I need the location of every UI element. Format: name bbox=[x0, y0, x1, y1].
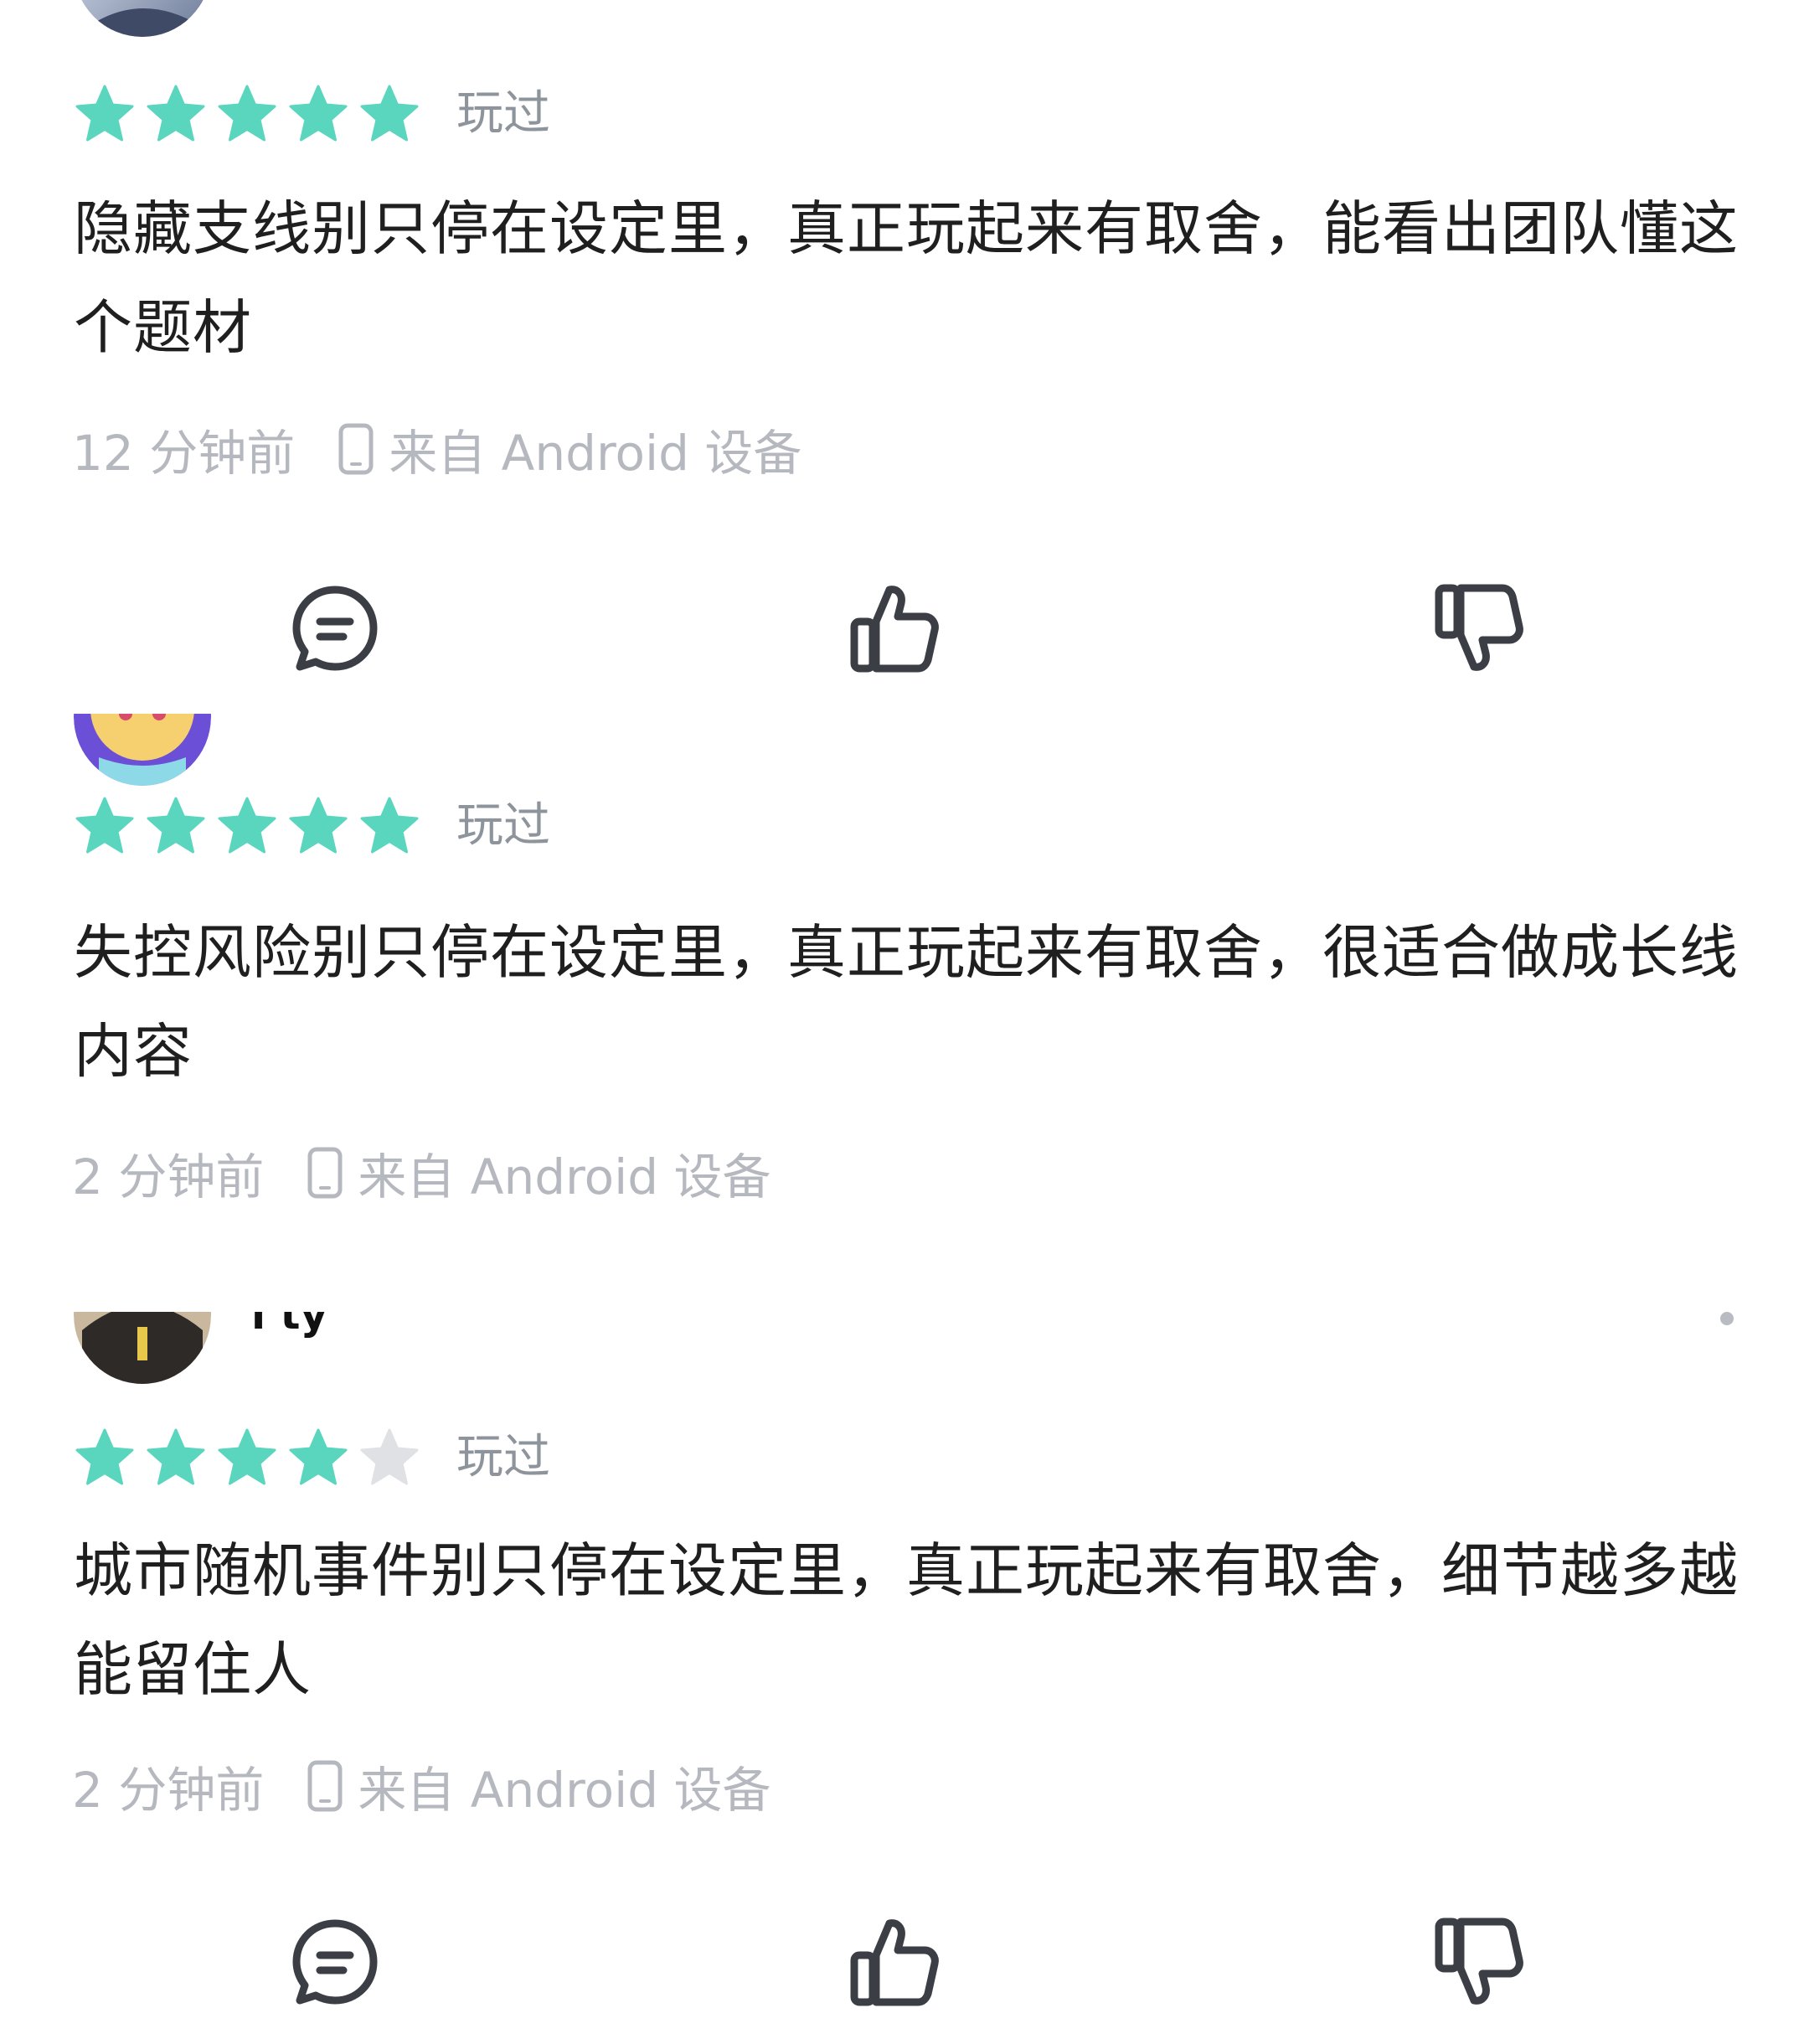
review-text[interactable]: 隐藏支线别只停在设定里，真正玩起来有取舍，能看出团队懂这个题材 bbox=[74, 179, 1740, 377]
rating-row: 玩过 bbox=[74, 792, 550, 859]
comment-icon bbox=[285, 578, 385, 679]
star-rating bbox=[74, 1427, 430, 1489]
star-filled-icon bbox=[358, 795, 420, 857]
like-button[interactable] bbox=[844, 578, 945, 679]
star-filled-icon bbox=[74, 795, 136, 857]
review-meta: 2 分钟前 来自 Android 设备 bbox=[72, 1752, 770, 1819]
review-card: 玩过 失控风险别只停在设定里，真正玩起来有取舍，很适合做成长线内容 2 分钟前 … bbox=[0, 714, 1809, 1312]
review-card: l ty 玩过 城市随机事件别只停在设定里，真正玩起来有取舍，细节越多越能留住人… bbox=[0, 1312, 1809, 2044]
rating-row: 玩过 bbox=[74, 80, 550, 147]
played-status: 玩过 bbox=[456, 798, 550, 853]
comment-button[interactable] bbox=[285, 1912, 385, 2012]
avatar[interactable] bbox=[74, 1312, 211, 1384]
action-bar bbox=[0, 1912, 1809, 2012]
avatar[interactable] bbox=[74, 714, 211, 786]
thumbs-up-icon bbox=[844, 1912, 945, 2012]
comment-button[interactable] bbox=[285, 578, 385, 679]
star-filled-icon bbox=[287, 83, 349, 145]
star-filled-icon bbox=[216, 83, 278, 145]
review-text[interactable]: 失控风险别只停在设定里，真正玩起来有取舍，很适合做成长线内容 bbox=[74, 903, 1740, 1101]
played-status: 玩过 bbox=[456, 86, 550, 141]
phone-icon bbox=[307, 1760, 343, 1812]
thumbs-down-icon bbox=[1429, 1912, 1529, 2012]
review-time: 12 分钟前 bbox=[72, 425, 296, 482]
review-meta: 12 分钟前 来自 Android 设备 bbox=[72, 416, 801, 483]
star-filled-icon bbox=[74, 1427, 136, 1489]
review-device: 来自 Android 设备 bbox=[358, 1148, 771, 1205]
star-filled-icon bbox=[145, 795, 207, 857]
played-status: 玩过 bbox=[456, 1430, 550, 1484]
dislike-button[interactable] bbox=[1429, 1912, 1529, 2012]
rating-row: 玩过 bbox=[74, 1424, 550, 1491]
star-filled-icon bbox=[145, 1427, 207, 1489]
star-rating bbox=[74, 795, 430, 857]
dislike-button[interactable] bbox=[1429, 578, 1529, 679]
phone-icon bbox=[338, 423, 374, 475]
review-time: 2 分钟前 bbox=[72, 1762, 265, 1819]
like-button[interactable] bbox=[844, 1912, 945, 2012]
phone-icon bbox=[307, 1147, 343, 1199]
star-rating bbox=[74, 83, 430, 145]
review-device: 来自 Android 设备 bbox=[389, 425, 802, 482]
star-empty-icon bbox=[358, 1427, 420, 1489]
star-filled-icon bbox=[287, 795, 349, 857]
review-meta: 2 分钟前 来自 Android 设备 bbox=[72, 1139, 770, 1206]
star-filled-icon bbox=[74, 83, 136, 145]
avatar[interactable] bbox=[74, 0, 211, 37]
review-time: 2 分钟前 bbox=[72, 1148, 265, 1205]
thumbs-down-icon bbox=[1429, 578, 1529, 679]
more-dot-icon[interactable] bbox=[1720, 1312, 1734, 1325]
star-filled-icon bbox=[216, 1427, 278, 1489]
star-filled-icon bbox=[358, 83, 420, 145]
thumbs-up-icon bbox=[844, 578, 945, 679]
star-filled-icon bbox=[287, 1427, 349, 1489]
review-device: 来自 Android 设备 bbox=[358, 1762, 771, 1819]
star-filled-icon bbox=[145, 83, 207, 145]
username[interactable]: l ty bbox=[251, 1312, 327, 1339]
comment-icon bbox=[285, 1912, 385, 2012]
review-card: 玩过 隐藏支线别只停在设定里，真正玩起来有取舍，能看出团队懂这个题材 12 分钟… bbox=[0, 0, 1809, 714]
star-filled-icon bbox=[216, 795, 278, 857]
review-text[interactable]: 城市随机事件别只停在设定里，真正玩起来有取舍，细节越多越能留住人 bbox=[74, 1521, 1740, 1719]
action-bar bbox=[0, 578, 1809, 679]
